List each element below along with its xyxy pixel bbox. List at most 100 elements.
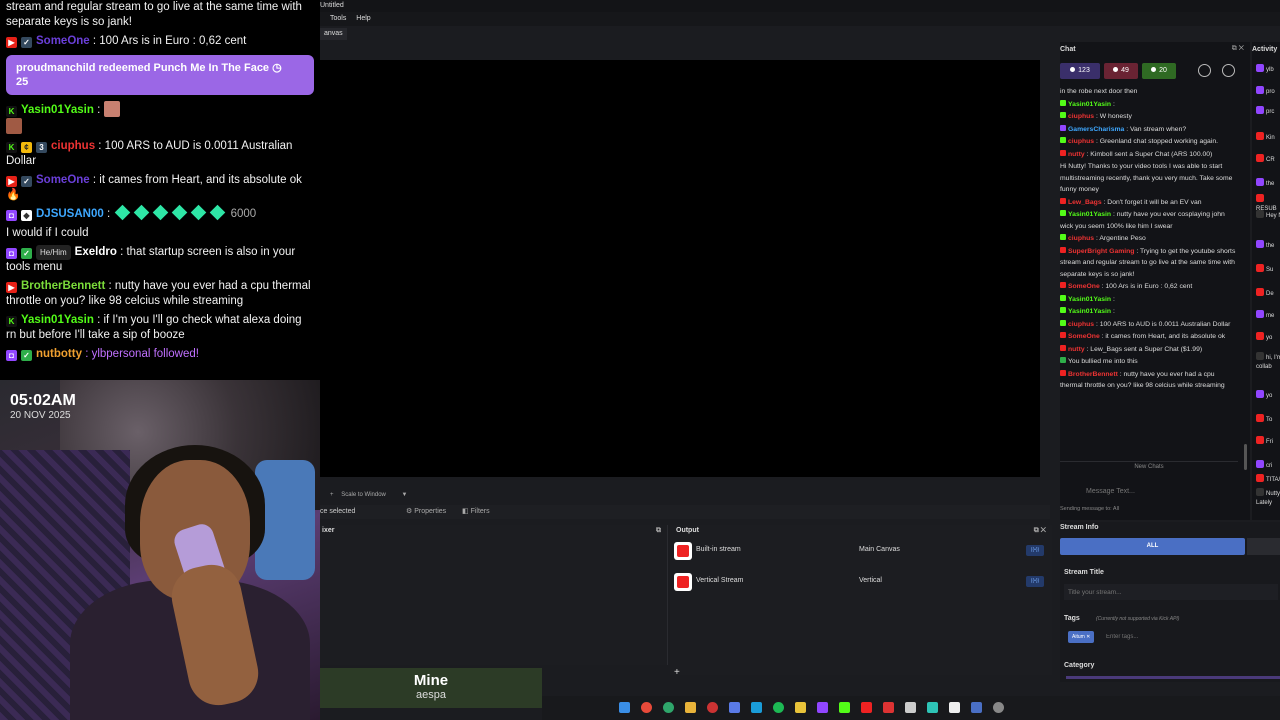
activity-item[interactable]: yo xyxy=(1256,390,1280,404)
chat-text: : 100 Ars is in Euro : 0,62 cent xyxy=(1101,283,1193,290)
kick-icon xyxy=(1060,137,1066,143)
canvas-tab[interactable]: anvas xyxy=(320,28,347,40)
tags-note: (Currently not supported via Kick API) xyxy=(1096,616,1180,622)
activity-platform-icon xyxy=(1256,194,1264,202)
twitch-icon: ◘ xyxy=(6,350,17,361)
store-icon[interactable] xyxy=(751,702,762,713)
activity-item[interactable]: pro xyxy=(1256,86,1280,100)
activity-item[interactable]: CR xyxy=(1256,154,1280,168)
activity-item[interactable]: ylb xyxy=(1256,64,1280,78)
app-icon[interactable] xyxy=(927,702,938,713)
activity-item[interactable]: yo xyxy=(1256,332,1280,346)
activity-item[interactable]: the xyxy=(1256,240,1280,254)
chat-message: Yasin01Yasin : nutty have you ever cospl… xyxy=(1060,209,1238,232)
category-input[interactable] xyxy=(1066,676,1280,679)
app-icon[interactable] xyxy=(905,702,916,713)
terminal-icon[interactable] xyxy=(949,702,960,713)
obs-icon[interactable] xyxy=(993,702,1004,713)
output-row[interactable]: Built-in stream Main Canvas ((•)) xyxy=(674,541,1044,561)
menu-help[interactable]: Help xyxy=(356,15,370,22)
activity-text: Fri xyxy=(1266,439,1273,445)
notes-icon[interactable] xyxy=(795,702,806,713)
chat-scrollbar[interactable] xyxy=(1244,444,1247,470)
message-input[interactable] xyxy=(1060,482,1238,500)
activity-item[interactable]: Kin xyxy=(1256,132,1280,146)
chat-user: Yasin01Yasin xyxy=(1068,211,1112,218)
chat-message: GamersCharisma : Van stream when? xyxy=(1060,124,1238,136)
dock-controls[interactable]: ⧉ ✕ xyxy=(1232,45,1244,53)
kick-icon xyxy=(1060,294,1066,301)
close-icon[interactable]: ✕ xyxy=(1086,634,1090,640)
activity-item[interactable]: me xyxy=(1256,310,1280,324)
activity-item[interactable]: To xyxy=(1256,414,1280,428)
add-output-button[interactable]: + xyxy=(674,667,680,678)
filters-button[interactable]: ◧ Filters xyxy=(462,505,490,519)
chat-user: nutty xyxy=(1068,150,1085,158)
chrome-canary-icon[interactable] xyxy=(663,702,674,713)
tags-input[interactable] xyxy=(1106,631,1226,643)
youtube-icon xyxy=(1060,282,1066,288)
activity-item[interactable]: De xyxy=(1256,288,1280,302)
tab-all[interactable]: ALL xyxy=(1060,538,1245,555)
youtube-icon: ▶ xyxy=(6,282,17,293)
activity-item[interactable]: the xyxy=(1256,178,1280,192)
activity-item[interactable]: RESUB xyxy=(1256,194,1280,212)
overlay-chat-line: ▶ BrotherBennett : nutty have you ever ha… xyxy=(6,279,314,309)
start-icon[interactable] xyxy=(619,702,630,713)
shield-icon[interactable] xyxy=(971,702,982,713)
scale-to-window-dropdown[interactable]: Scale to Window xyxy=(341,492,386,498)
activity-text: TITA/T xyxy=(1266,477,1280,483)
activity-text: the xyxy=(1266,181,1275,187)
opera-icon[interactable] xyxy=(707,702,718,713)
pronoun-badge: He/Him xyxy=(36,245,71,260)
chevron-down-icon[interactable]: ▼ xyxy=(402,492,408,498)
app-icon[interactable] xyxy=(729,702,740,713)
activity-text: De xyxy=(1266,291,1274,297)
properties-button[interactable]: ⚙ Properties xyxy=(406,505,446,519)
activity-item[interactable]: Hey N xyxy=(1256,210,1280,224)
source-toolbar: ce selected ⚙ Properties ◧ Filters xyxy=(320,505,1050,519)
twitch-icon[interactable] xyxy=(817,702,828,713)
activity-item[interactable]: prc xyxy=(1256,106,1280,120)
chat-message: ciuphus : Argentine Peso xyxy=(1060,233,1238,245)
output-row[interactable]: Vertical Stream Vertical ((•)) xyxy=(674,572,1044,592)
app-icon[interactable] xyxy=(883,702,894,713)
activity-item[interactable]: Nutty, Lately xyxy=(1256,488,1280,506)
tags-label: Tags xyxy=(1064,615,1080,622)
chrome-icon[interactable] xyxy=(641,702,652,713)
dock-icon[interactable]: ⧉ xyxy=(656,525,661,537)
stream-info-panel: Stream Info ALL Stream Title Tags (Curre… xyxy=(1060,522,1280,682)
overlay-chat-user: nutbotty xyxy=(36,348,82,360)
activity-item[interactable]: TITA/T xyxy=(1256,474,1280,488)
chat-user: ciuphus xyxy=(1068,113,1095,120)
close-icon[interactable]: ⧉ ✕ xyxy=(1034,525,1046,537)
youtube-icon[interactable] xyxy=(861,702,872,713)
overlay-chat-text: I would if I could xyxy=(6,227,89,239)
activity-item[interactable]: Su xyxy=(1256,264,1280,278)
activity-item[interactable]: hi, I'm collab xyxy=(1256,352,1280,370)
category-label: Category xyxy=(1064,662,1095,669)
preview-canvas[interactable] xyxy=(320,60,1040,477)
tab-extra[interactable] xyxy=(1247,538,1280,555)
spotify-icon[interactable] xyxy=(773,702,784,713)
kick-icon[interactable] xyxy=(839,702,850,713)
menu-tools[interactable]: Tools xyxy=(330,15,346,22)
cheer-amount: 6000 xyxy=(230,208,257,220)
new-chats-divider[interactable]: New Chats xyxy=(1060,461,1238,472)
folder-icon[interactable] xyxy=(685,702,696,713)
chat-text: Hi Nutty! Thanks to your video tools I w… xyxy=(1060,163,1233,193)
activity-item[interactable]: Fri xyxy=(1256,436,1280,450)
activity-platform-icon xyxy=(1256,436,1264,444)
activity-item[interactable]: cri xyxy=(1256,460,1280,474)
overlay-chat-line: K Yasin01Yasin : xyxy=(6,101,314,135)
stream-toggle[interactable]: ((•)) xyxy=(1026,576,1044,587)
stream-title-input[interactable] xyxy=(1064,584,1278,600)
stream-toggle[interactable]: ((•)) xyxy=(1026,545,1044,556)
chat-user: SomeOne xyxy=(1068,333,1100,340)
popout-icon[interactable] xyxy=(1222,64,1235,77)
add-icon[interactable]: + xyxy=(330,492,334,498)
settings-icon[interactable] xyxy=(1198,64,1211,77)
output-canvas: Vertical xyxy=(859,577,882,584)
tag-chip[interactable]: Aitum ✕ xyxy=(1068,631,1095,643)
output-name: Vertical Stream xyxy=(696,577,744,584)
